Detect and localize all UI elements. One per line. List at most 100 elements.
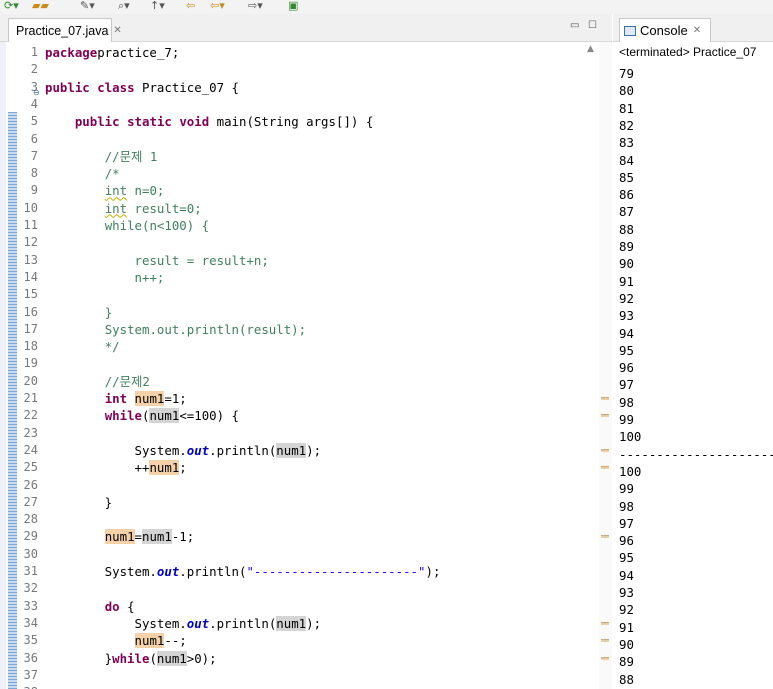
- code-token: ;: [179, 460, 187, 476]
- console-output-line: 81: [619, 100, 634, 116]
- line-number: 19: [23, 356, 38, 371]
- code-line[interactable]: int result=0;: [45, 200, 202, 217]
- console-output-line: 89: [619, 654, 634, 670]
- console-output-line: 84: [619, 152, 634, 168]
- code-line[interactable]: int num1=1;: [45, 390, 187, 407]
- back-icon[interactable]: ⇦: [186, 0, 195, 12]
- close-icon[interactable]: ✕: [113, 25, 121, 36]
- console-tab[interactable]: Console ✕: [619, 18, 711, 42]
- line-number: 35: [23, 633, 38, 648]
- console-output-line: 94: [619, 567, 634, 583]
- line-number: 29: [23, 529, 38, 544]
- forward-icon[interactable]: ⇨▾: [248, 0, 263, 12]
- occurrence-marker[interactable]: [601, 448, 609, 452]
- code-token: );: [306, 615, 322, 631]
- code-token: >0);: [186, 650, 217, 666]
- editor-vertical-scrollbar[interactable]: ▲: [585, 42, 599, 689]
- line-number: 9: [30, 183, 38, 198]
- line-number: 37: [23, 667, 38, 682]
- console-output-line: 93: [619, 585, 634, 600]
- occurrence-marker[interactable]: [601, 466, 609, 470]
- code-line[interactable]: public static void main(String args[]) {: [45, 113, 373, 130]
- code-token: <=100) {: [179, 408, 239, 424]
- console-output[interactable]: 79 80 81 82 83 84 85 86 87 88 89 90 91 92 93 94 95 96 97 98…: [619, 65, 773, 689]
- code-line[interactable]: System.out.println(num1);: [45, 442, 321, 459]
- minimize-icon[interactable]: ▭: [570, 20, 579, 31]
- occurrence-marker[interactable]: [601, 639, 609, 643]
- code-token: num1: [276, 442, 307, 458]
- search-icon[interactable]: ⌕▾: [118, 0, 130, 12]
- line-number: 36: [23, 650, 38, 665]
- code-line[interactable]: public class Practice_07 {: [45, 79, 239, 96]
- code-token: num1: [149, 408, 180, 424]
- code-token: //문제2: [104, 373, 150, 389]
- console-status: <terminated> Practice_07: [619, 45, 757, 59]
- code-line[interactable]: /*: [45, 165, 120, 182]
- line-number: 27: [23, 494, 38, 509]
- editor-tab[interactable]: J Practice_07.java ✕: [8, 18, 122, 42]
- code-line[interactable]: //문제 1: [45, 148, 158, 165]
- code-token: System.out.println(result);: [104, 321, 307, 337]
- code-line[interactable]: ++num1;: [45, 459, 187, 476]
- code-line[interactable]: System.out.println("--------------------…: [45, 563, 441, 580]
- code-line[interactable]: System.out.println(num1);: [45, 615, 321, 632]
- new-window-icon[interactable]: ▣: [288, 0, 298, 12]
- occurrence-marker[interactable]: [601, 397, 609, 400]
- code-line[interactable]: num1--;: [45, 632, 187, 649]
- code-token: num1: [134, 391, 165, 406]
- code-line[interactable]: }while(num1>0);: [45, 650, 217, 667]
- code-line[interactable]: num1=num1-1;: [45, 528, 194, 545]
- code-line[interactable]: */: [45, 338, 120, 355]
- code-token: int: [104, 391, 128, 406]
- run-icon[interactable]: ⟳▾: [4, 0, 19, 12]
- code-area[interactable]: packagepractice_7;public class Practice_…: [45, 42, 585, 689]
- code-line[interactable]: while(num1<=100) {: [45, 407, 239, 424]
- line-number: 5: [30, 114, 38, 129]
- code-line[interactable]: int n=0;: [45, 182, 165, 199]
- code-line[interactable]: n++;: [45, 269, 165, 286]
- code-token: public: [45, 79, 90, 95]
- code-token: package: [45, 45, 98, 60]
- occurrence-marker[interactable]: [601, 656, 609, 660]
- code-line[interactable]: packagepractice_7;: [45, 44, 179, 61]
- occurrence-marker[interactable]: [601, 535, 609, 539]
- code-token: =: [134, 529, 142, 545]
- overview-ruler[interactable]: [599, 42, 612, 689]
- console-output-line: 92: [619, 290, 634, 306]
- code-token: do: [104, 598, 120, 614]
- close-icon[interactable]: ✕: [693, 25, 701, 36]
- code-line[interactable]: //문제2: [45, 373, 150, 390]
- code-token: args: [306, 114, 336, 130]
- build-icon[interactable]: ✎▾: [80, 0, 95, 12]
- code-token: result = result+n;: [134, 252, 269, 268]
- line-number: 15: [23, 287, 38, 302]
- code-token: void: [179, 114, 210, 130]
- console-output-line: 82: [619, 117, 634, 133]
- line-number: 26: [23, 477, 38, 492]
- code-token: num1: [142, 529, 172, 545]
- code-line[interactable]: }: [45, 304, 112, 321]
- navigate-icon[interactable]: ↑▾: [150, 0, 165, 12]
- line-number: 38: [24, 684, 38, 689]
- code-line[interactable]: result = result+n;: [45, 252, 269, 269]
- code-line[interactable]: System.out.println(result);: [45, 321, 306, 338]
- previous-edit-icon[interactable]: ⇦▾: [210, 0, 225, 12]
- code-token: main(String: [209, 114, 307, 130]
- occurrence-marker[interactable]: [601, 621, 609, 625]
- scroll-up-icon[interactable]: ▲: [587, 44, 594, 54]
- line-number-gutter: 1 2 3 4 5 6 7 8 9 10 11 12 13 14 15 16 17 18 19 20 21 22 23 24 2…: [18, 42, 42, 689]
- open-folder-icon[interactable]: ▰▰: [32, 0, 49, 12]
- occurrence-marker[interactable]: [601, 414, 609, 418]
- code-token: num1: [276, 615, 307, 631]
- line-number: 10: [23, 200, 38, 215]
- console-output-line: 98: [619, 394, 634, 410]
- fold-collapse-icon[interactable]: ⊖: [33, 88, 40, 97]
- maximize-icon[interactable]: ☐: [588, 20, 597, 31]
- code-line[interactable]: }: [45, 494, 112, 511]
- code-line[interactable]: do {: [45, 598, 135, 615]
- code-line[interactable]: while(n<100) {: [45, 217, 209, 234]
